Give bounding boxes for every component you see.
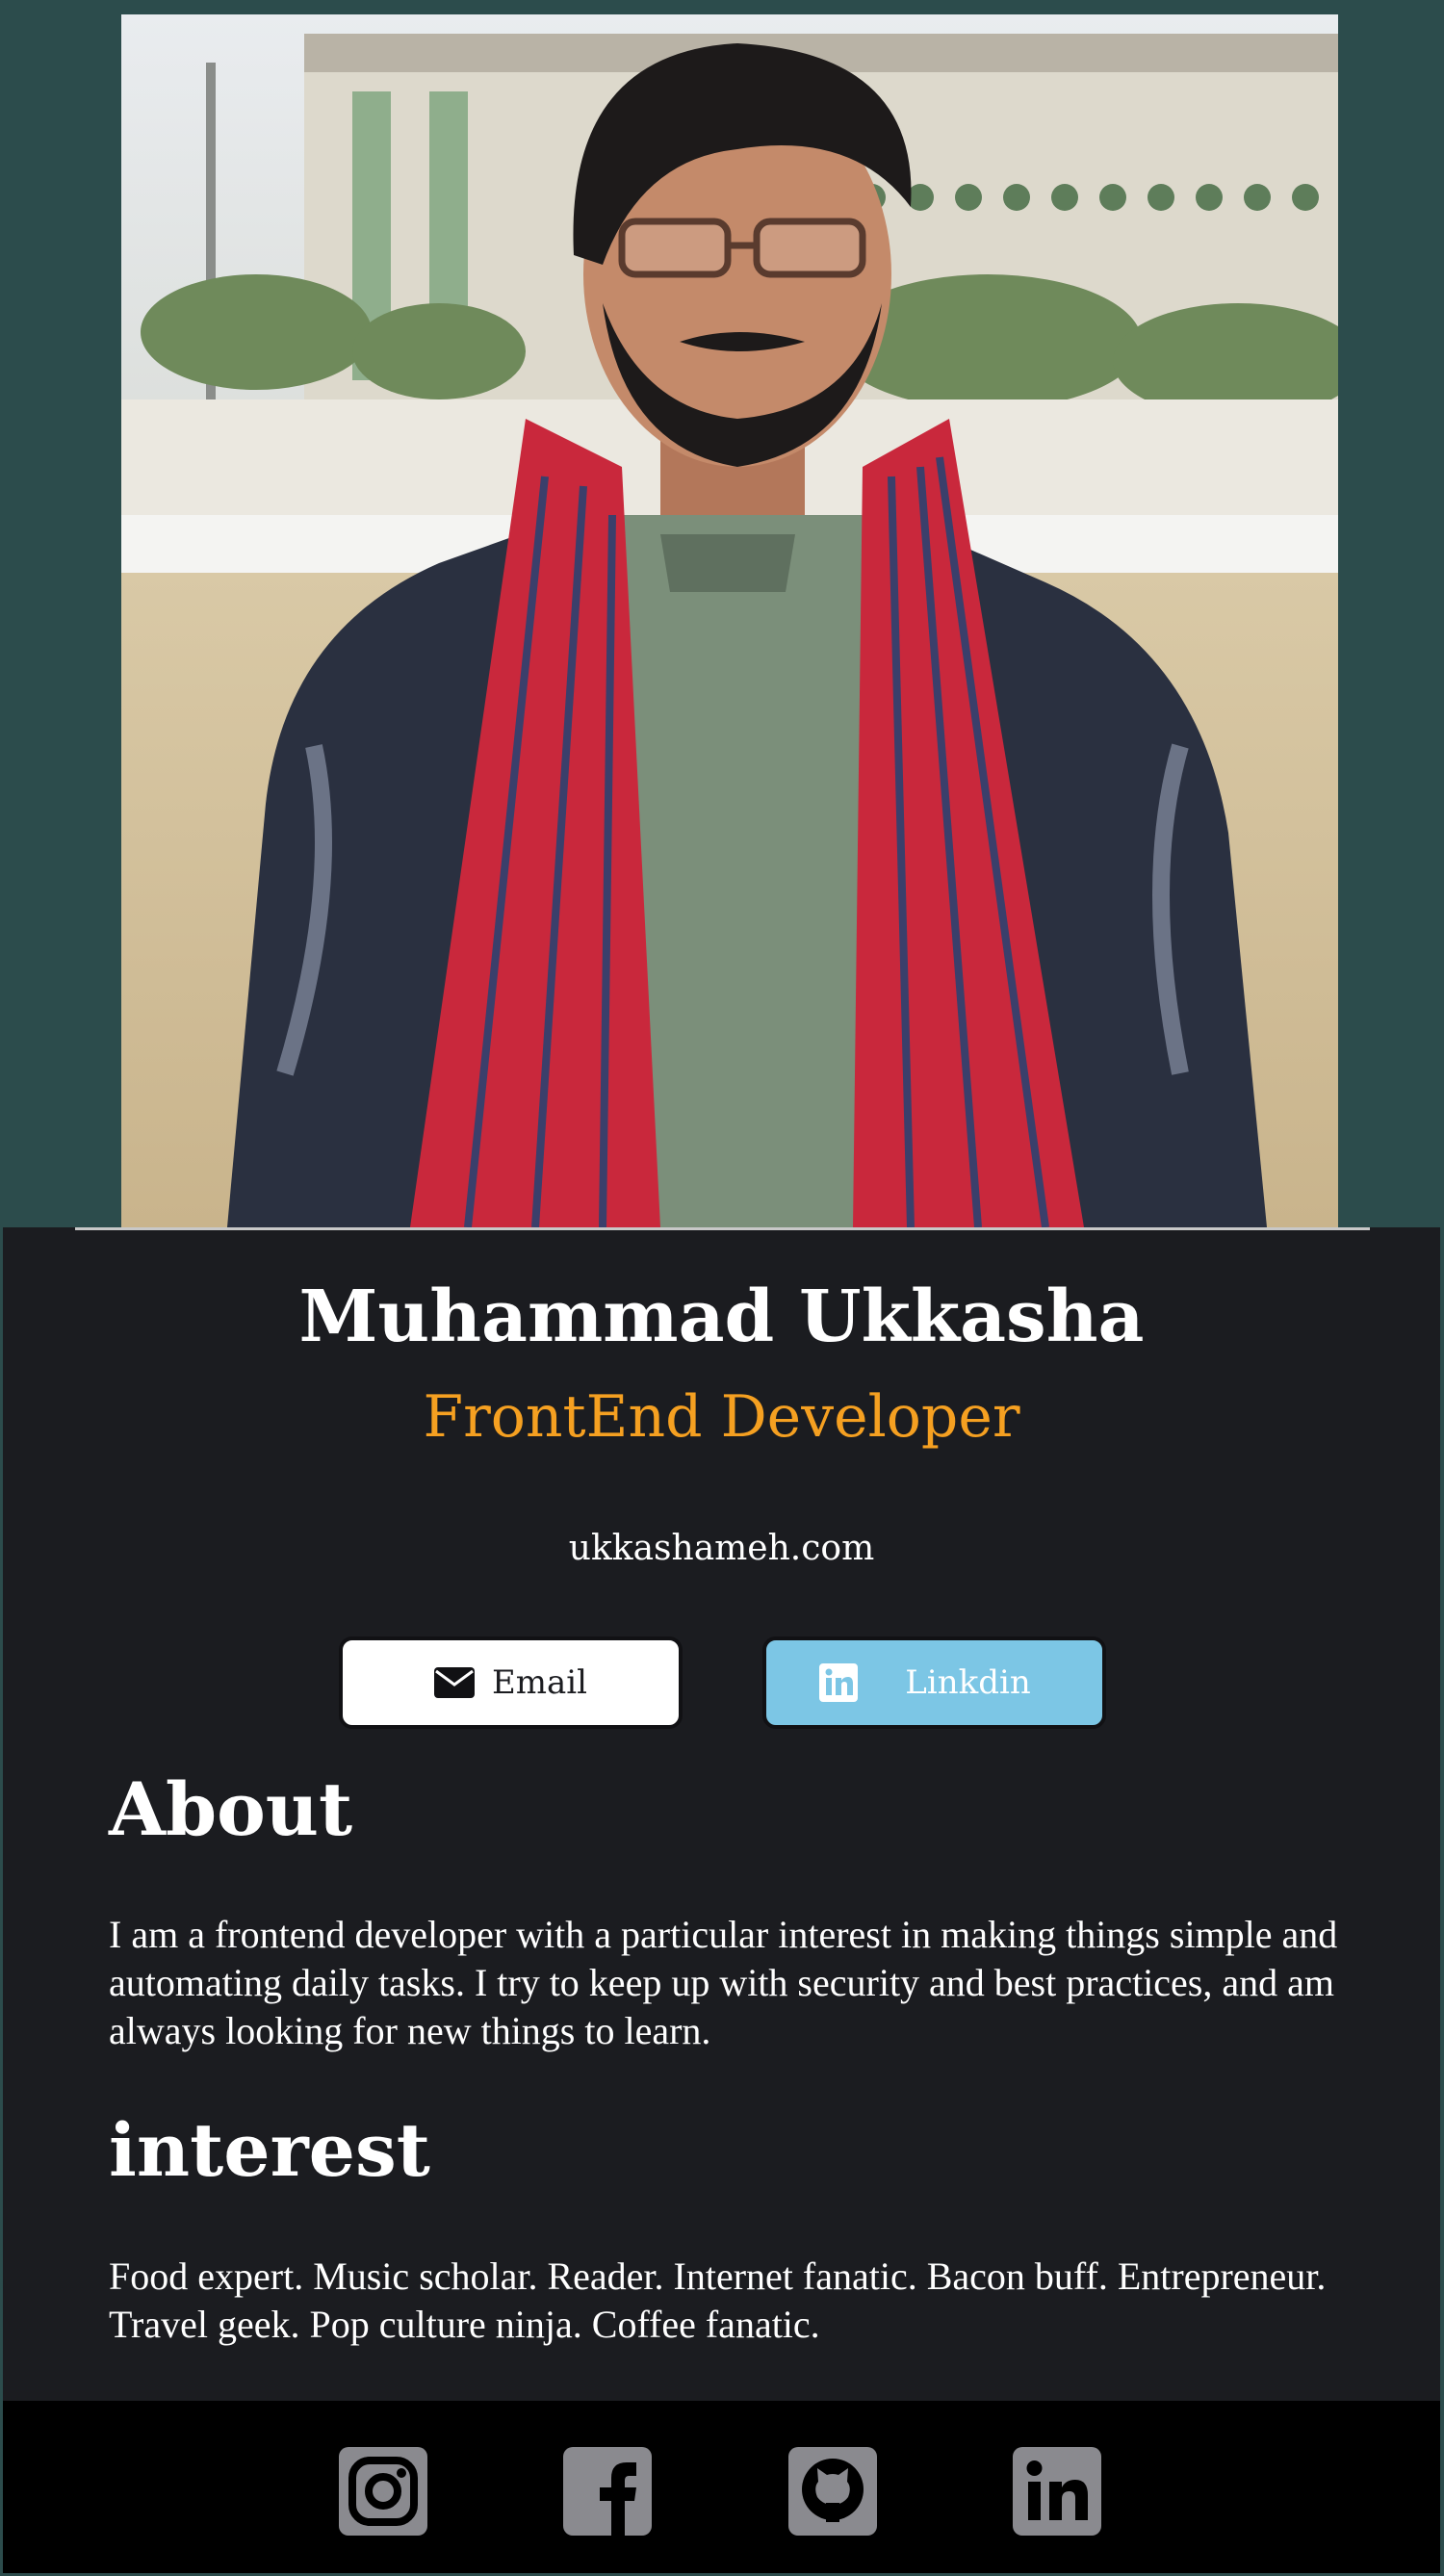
linkedin-button-label: Linkdin <box>905 1663 1031 1702</box>
facebook-icon[interactable] <box>563 2447 652 2536</box>
interest-heading: interest <box>109 2107 430 2193</box>
email-button[interactable]: Email <box>339 1636 683 1729</box>
card-divider <box>75 1227 1370 1230</box>
about-text: I am a frontend developer with a particu… <box>109 1913 1338 2052</box>
github-icon[interactable] <box>788 2447 877 2536</box>
profile-role: FrontEnd Developer <box>423 1383 1020 1451</box>
profile-card: Muhammad Ukkasha FrontEnd Developer ukka… <box>3 1227 1440 2573</box>
profile-name: Muhammad Ukkasha <box>298 1275 1145 1358</box>
envelope-icon <box>433 1667 475 1698</box>
footer <box>3 2401 1440 2573</box>
profile-photo-illustration <box>121 14 1338 1227</box>
instagram-icon[interactable] <box>339 2447 427 2536</box>
about-heading: About <box>109 1766 353 1852</box>
linkedin-icon[interactable] <box>1013 2447 1101 2536</box>
profile-photo <box>121 14 1338 1227</box>
linkedin-button[interactable]: Linkdin <box>762 1636 1106 1729</box>
email-button-label: Email <box>491 1663 588 1702</box>
website-link[interactable]: ukkashameh.com <box>3 1528 1440 1570</box>
linkedin-icon <box>819 1663 858 1702</box>
interest-text: Food expert. Music scholar. Reader. Inte… <box>109 2254 1327 2346</box>
